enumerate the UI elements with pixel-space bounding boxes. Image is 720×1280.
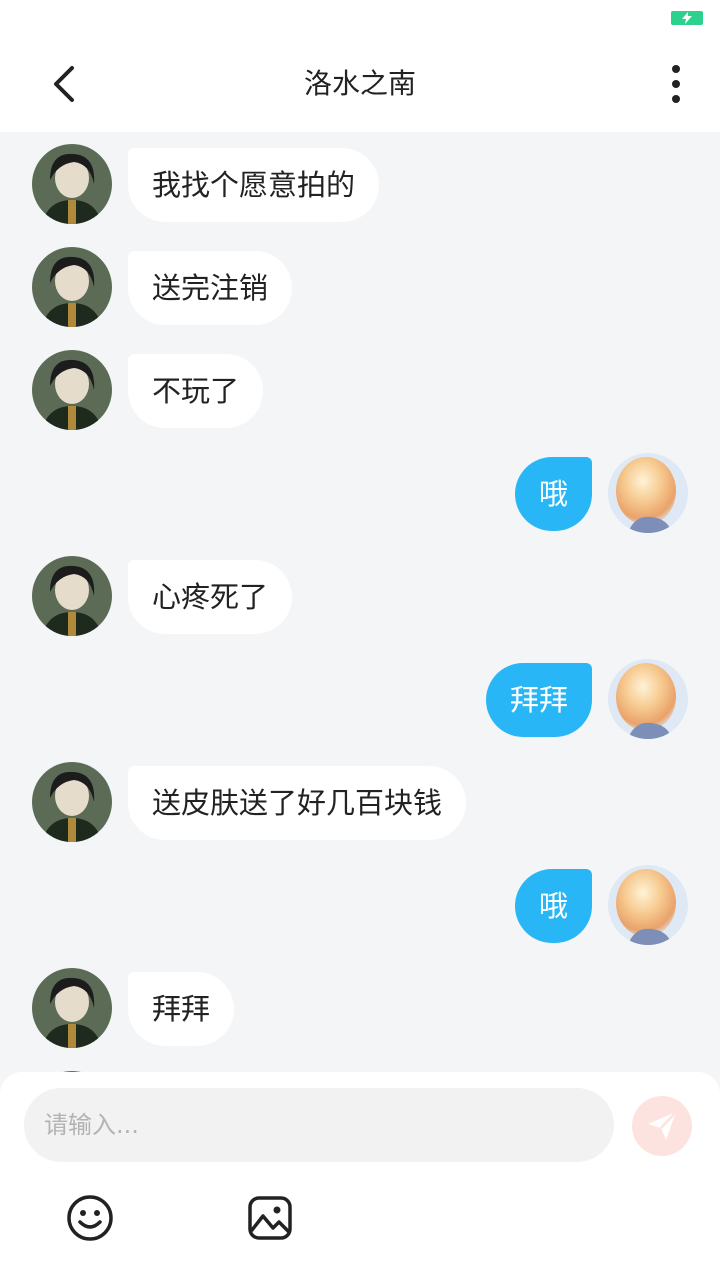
message-bubble[interactable]: 哦 [514,457,592,531]
contact-avatar[interactable] [32,350,112,430]
message-outgoing: 哦 [0,861,720,945]
my-avatar[interactable] [608,453,688,533]
message-bubble[interactable]: 拜拜 [128,972,235,1046]
image-button[interactable] [246,1194,294,1242]
message-incoming: 不玩了 [0,346,720,430]
message-bubble[interactable]: 送完注销 [128,251,293,325]
paper-plane-icon [648,1111,677,1140]
more-options-button[interactable] [654,54,698,114]
message-bubble[interactable]: 我找个愿意拍的 [128,148,380,222]
message-incoming: 拜拜 [0,964,720,1048]
message-bubble[interactable]: 哦 [514,869,592,943]
message-input[interactable] [24,1088,614,1162]
message-bubble[interactable]: 送皮肤送了好几百块钱 [128,766,467,840]
chat-screen: 洛水之南 我找个愿意拍的 送完注销 不玩了 哦 心疼死了 拜拜 送皮肤送了好几百… [0,0,720,1280]
top-bar: 洛水之南 [0,36,720,132]
battery-charging-icon [671,11,703,25]
contact-avatar[interactable] [32,556,112,636]
contact-avatar[interactable] [32,247,112,327]
send-button[interactable] [632,1096,692,1156]
my-avatar[interactable] [608,865,688,945]
message-incoming: 送皮肤送了好几百块钱 [0,758,720,842]
back-button[interactable] [34,54,94,114]
message-bubble[interactable]: 心疼死了 [128,560,293,634]
contact-avatar[interactable] [32,144,112,224]
message-outgoing: 哦 [0,449,720,533]
message-incoming: 送完注销 [0,243,720,327]
smiley-icon [67,1195,113,1241]
contact-avatar[interactable] [32,762,112,842]
back-arrow-icon [54,66,74,102]
image-icon [248,1196,292,1240]
message-incoming: 心疼死了 [0,552,720,636]
more-vertical-icon [672,65,680,103]
message-outgoing: 拜拜 [0,655,720,739]
message-bubble[interactable]: 拜拜 [485,663,592,737]
conversation-title: 洛水之南 [303,67,416,100]
message-bubble[interactable]: 不玩了 [128,354,264,428]
message-incoming: 我找个愿意拍的 [0,140,720,224]
status-bar [0,0,720,36]
composer [0,1072,720,1280]
emoji-button[interactable] [66,1194,114,1242]
contact-avatar[interactable] [32,968,112,1048]
message-list[interactable]: 我找个愿意拍的 送完注销 不玩了 哦 心疼死了 拜拜 送皮肤送了好几百块钱 哦 … [0,132,720,1072]
my-avatar[interactable] [608,659,688,739]
